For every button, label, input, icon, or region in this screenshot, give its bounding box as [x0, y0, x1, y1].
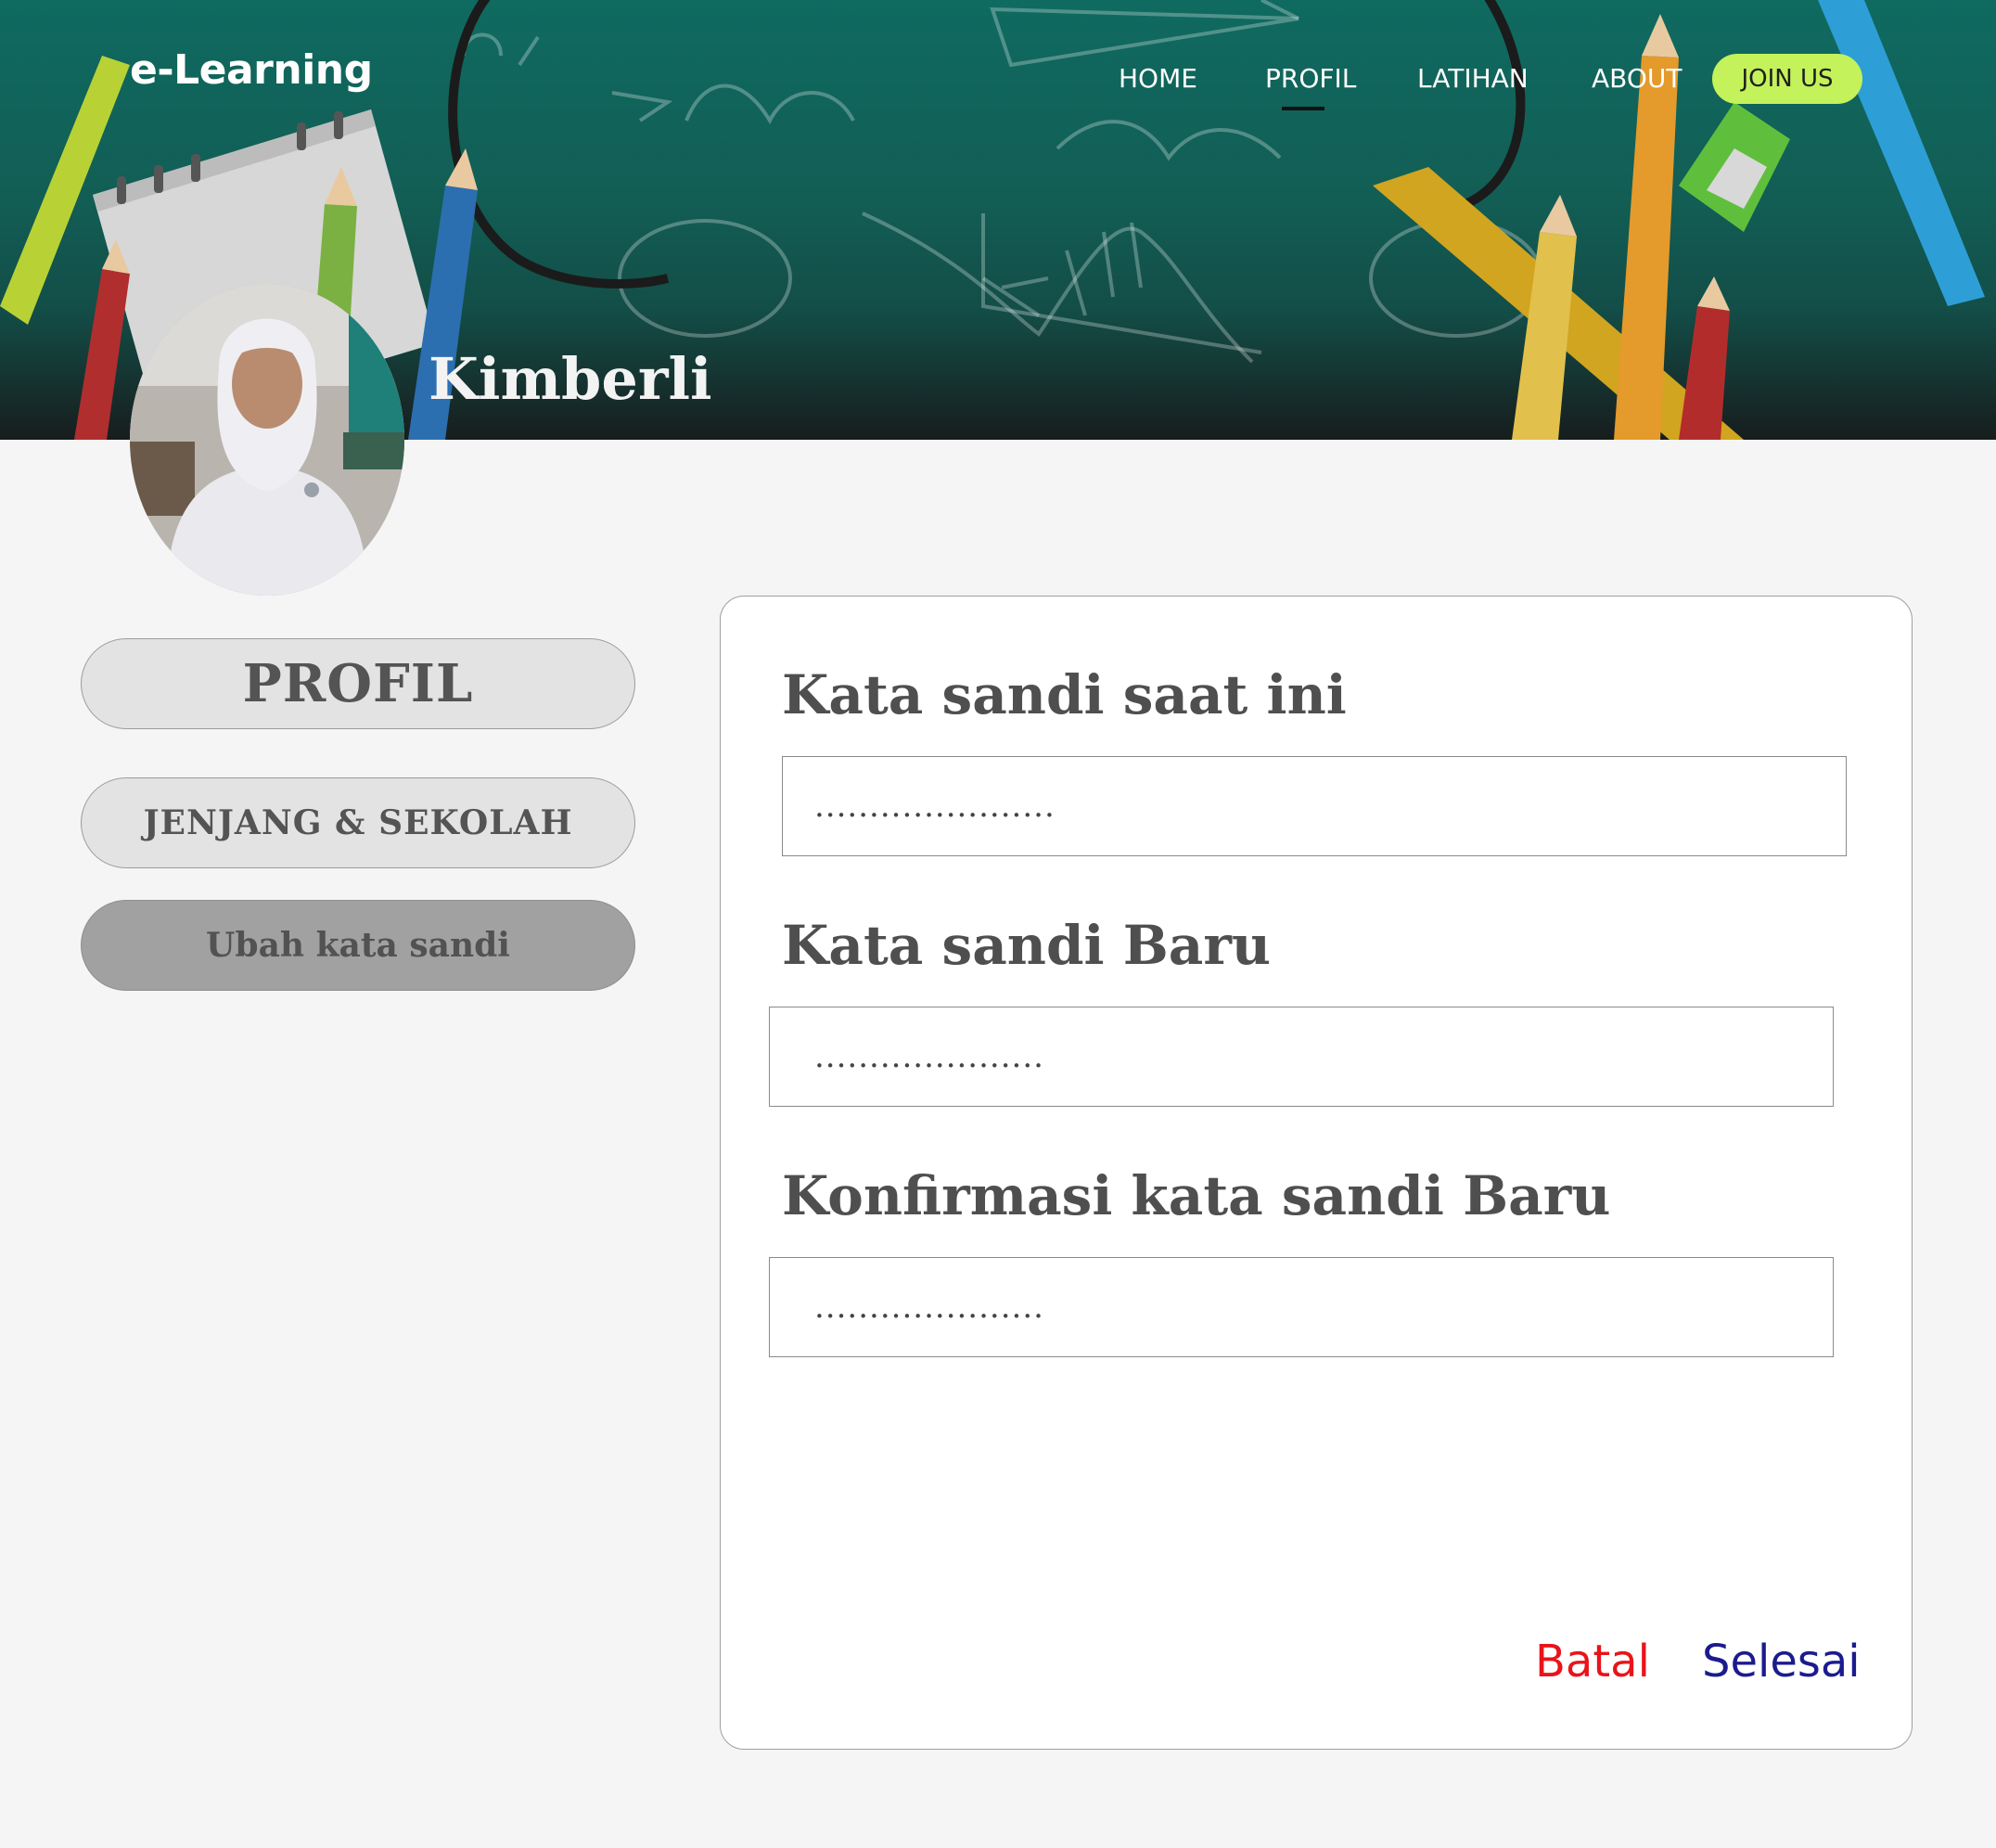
cancel-button[interactable]: Batal: [1535, 1636, 1650, 1688]
avatar-photo-image: [130, 284, 404, 596]
nav-latihan[interactable]: LATIHAN: [1417, 63, 1529, 94]
nav-about[interactable]: ABOUT: [1592, 63, 1683, 94]
nav-profil[interactable]: PROFIL: [1265, 63, 1356, 110]
new-password-label: Kata sandi Baru: [782, 914, 1272, 977]
main-navigation: HOME PROFIL LATIHAN ABOUT JOIN US: [0, 54, 1996, 110]
join-us-button[interactable]: JOIN US: [1712, 54, 1862, 104]
current-password-label: Kata sandi saat ini: [782, 663, 1347, 726]
new-password-input[interactable]: .....................: [769, 1007, 1834, 1107]
profile-name: Kimberli: [429, 345, 712, 413]
confirm-password-input[interactable]: .....................: [769, 1257, 1834, 1357]
profile-avatar[interactable]: [130, 284, 404, 596]
done-button[interactable]: Selesai: [1702, 1636, 1861, 1688]
current-password-input[interactable]: ......................: [782, 756, 1847, 856]
change-password-card: Kata sandi saat ini ....................…: [720, 596, 1913, 1750]
confirm-password-label: Konfirmasi kata sandi Baru: [782, 1164, 1611, 1227]
nav-home[interactable]: HOME: [1119, 63, 1197, 94]
sidebar-item-profil[interactable]: PROFIL: [81, 638, 635, 729]
sidebar-item-jenjang-sekolah[interactable]: JENJANG & SEKOLAH: [81, 777, 635, 868]
sidebar-item-ubah-kata-sandi[interactable]: Ubah kata sandi: [81, 900, 635, 991]
